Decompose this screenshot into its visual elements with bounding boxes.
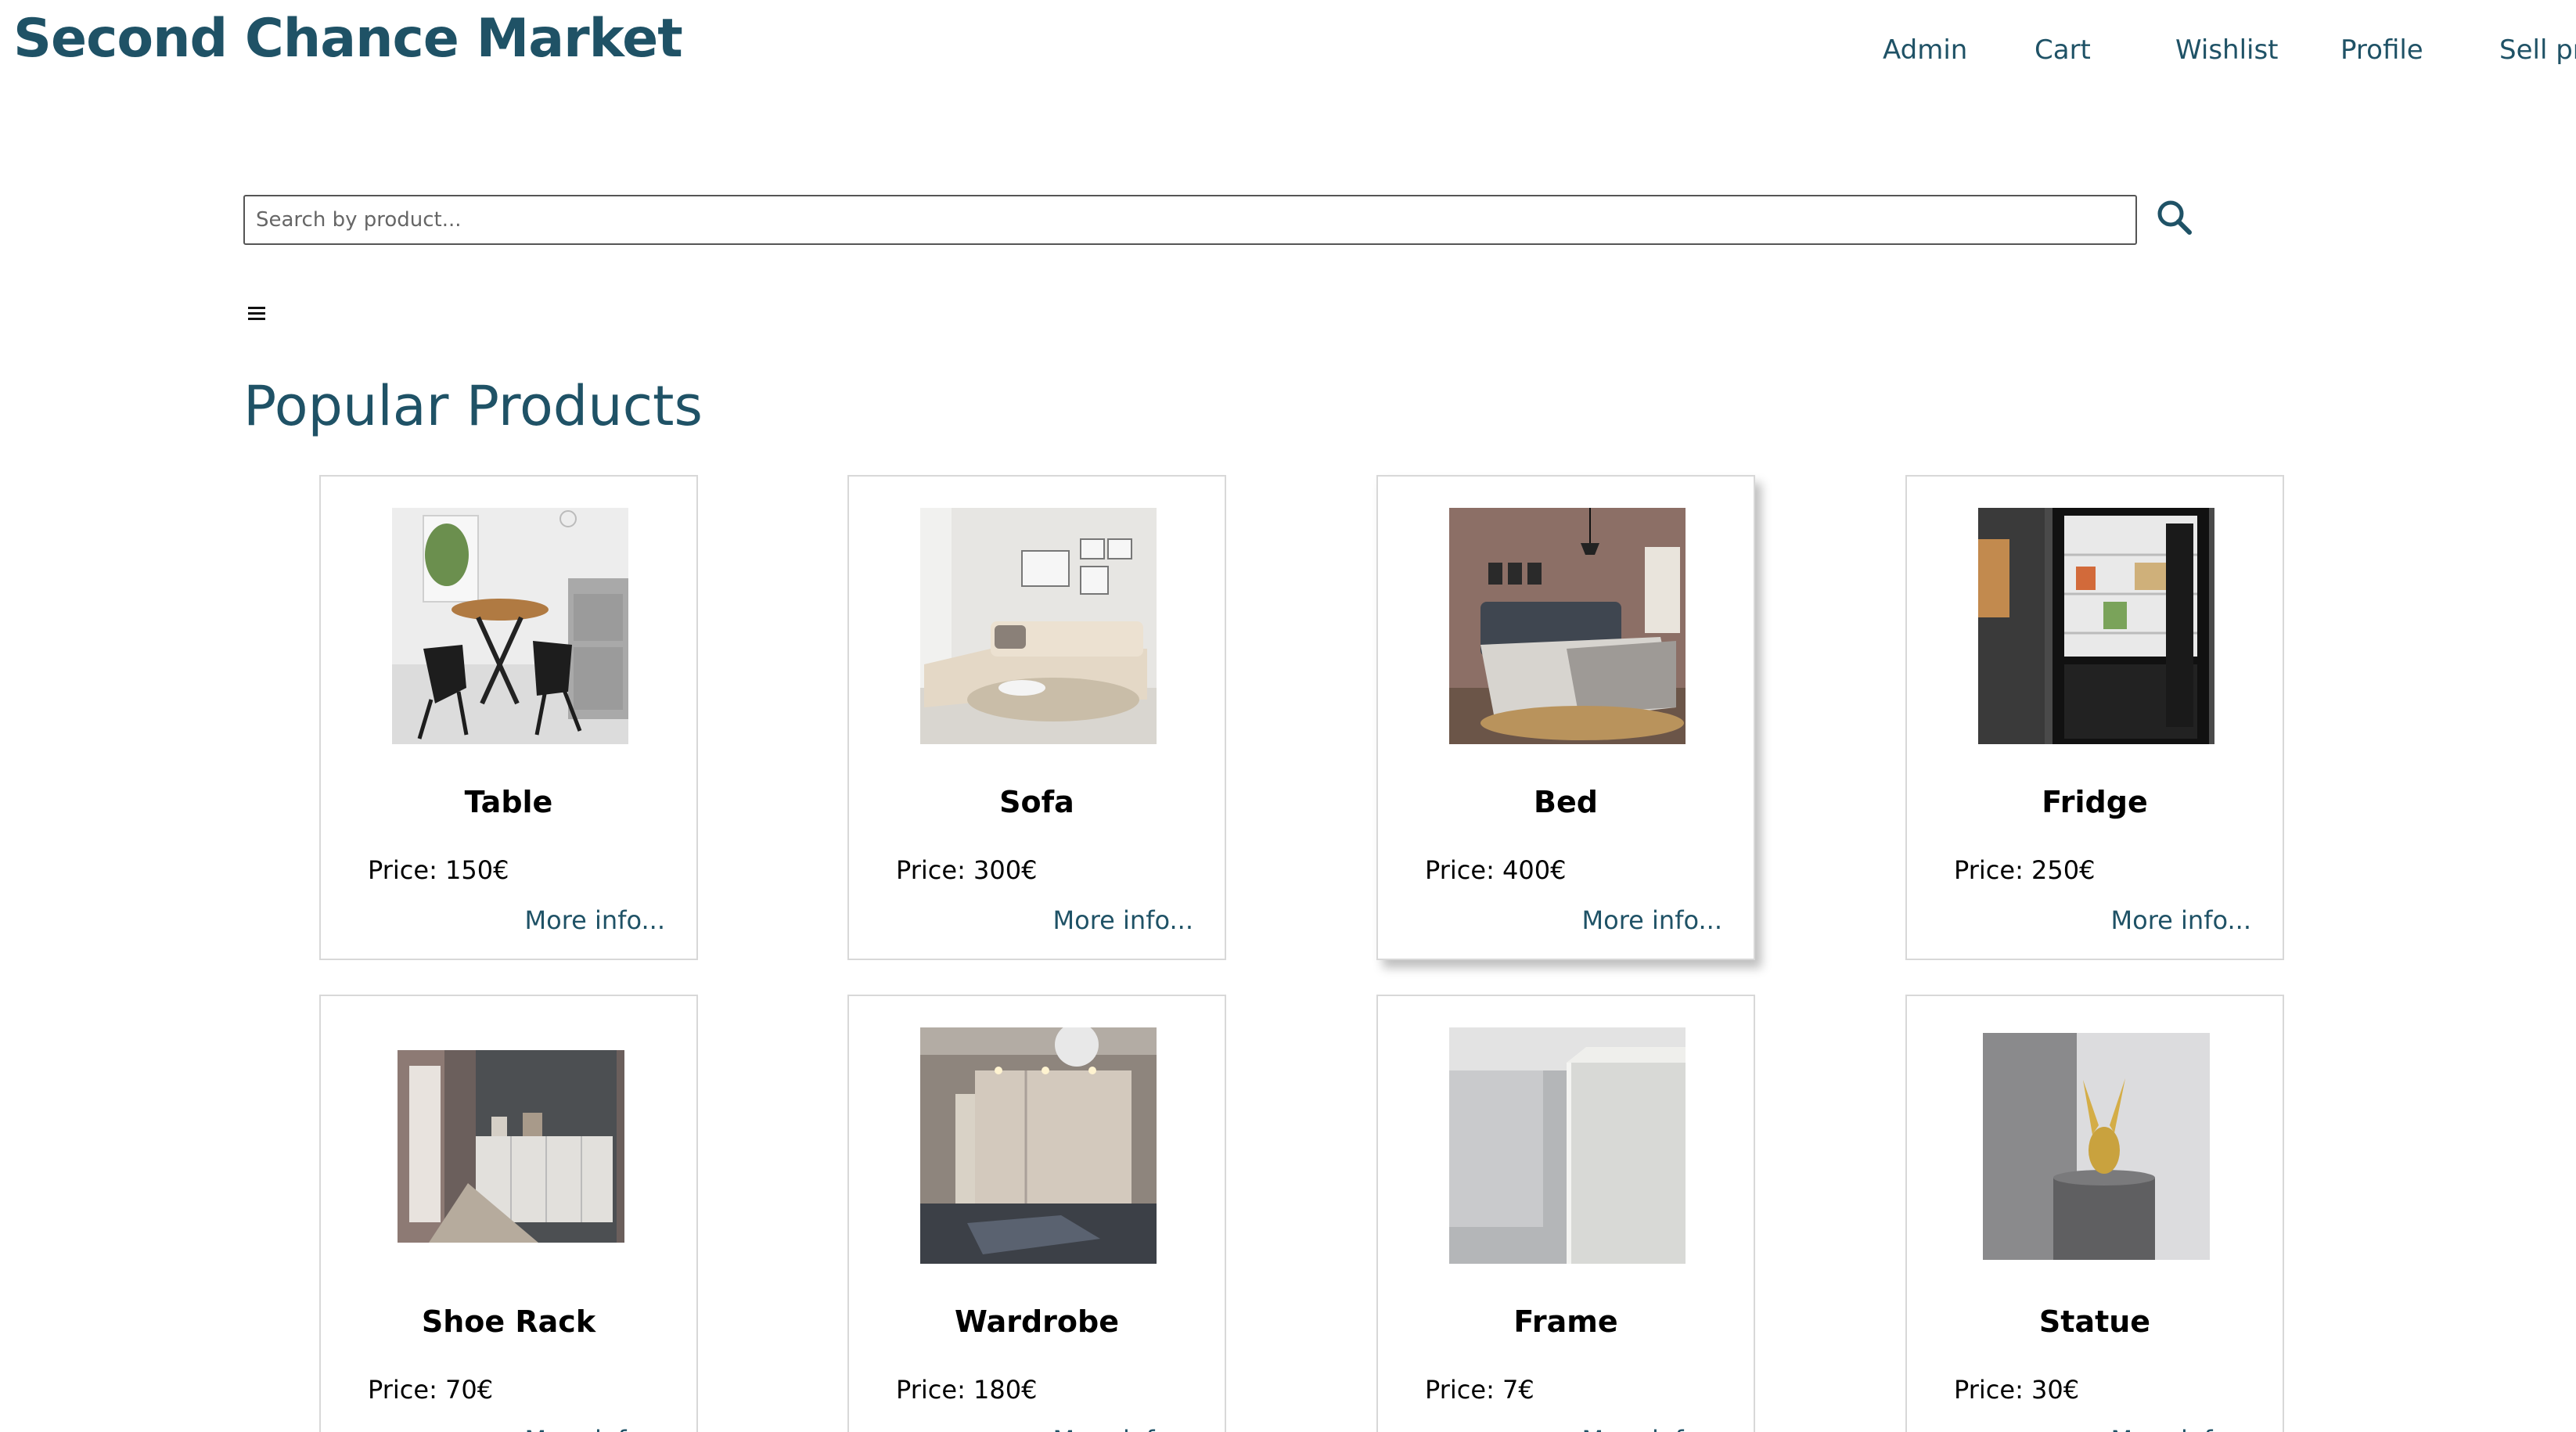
nav-cart[interactable]: Cart [2035, 34, 2091, 66]
product-image-bed[interactable] [1449, 508, 1686, 744]
product-image-fridge[interactable] [1978, 508, 2214, 744]
product-card-wardrobe[interactable]: Wardrobe Price: 180€ More info... [847, 995, 1226, 1432]
more-info-link[interactable]: More info... [525, 905, 665, 935]
more-info-link[interactable]: More info... [2111, 1425, 2251, 1432]
product-price: Price: 30€ [1954, 1375, 2080, 1405]
product-card-frame[interactable]: Frame Price: 7€ More info... [1376, 995, 1755, 1432]
more-info-link[interactable]: More info... [1582, 905, 1722, 935]
product-card-fridge[interactable]: Fridge Price: 250€ More info... [1905, 475, 2284, 960]
product-name: Table [464, 785, 553, 819]
product-image-frame[interactable] [1449, 1027, 1686, 1264]
product-price: Price: 180€ [896, 1375, 1038, 1405]
site-logo[interactable]: Second Chance Market [13, 8, 683, 70]
nav-wishlist[interactable]: Wishlist [2175, 34, 2279, 66]
product-card-bed[interactable]: Bed Price: 400€ More info... [1376, 475, 1755, 960]
hamburger-icon [248, 307, 265, 320]
more-info-link[interactable]: More info... [1582, 1425, 1722, 1432]
product-image-sofa[interactable] [920, 508, 1157, 744]
product-image-shoe-rack[interactable] [398, 1050, 624, 1243]
search-icon [2157, 200, 2192, 235]
more-info-link[interactable]: More info... [2111, 905, 2251, 935]
product-name: Sofa [999, 785, 1074, 819]
product-name: Wardrobe [955, 1304, 1119, 1339]
product-price: Price: 250€ [1954, 855, 2096, 885]
nav-admin[interactable]: Admin [1883, 34, 1967, 66]
product-card-sofa[interactable]: Sofa Price: 300€ More info... [847, 475, 1226, 960]
product-price: Price: 70€ [368, 1375, 494, 1405]
product-image-statue[interactable] [1983, 1033, 2210, 1260]
more-info-link[interactable]: More info... [525, 1425, 665, 1432]
main-nav: Admin Cart Wishlist Profile Sell product [1715, 34, 2576, 74]
product-name: Bed [1534, 785, 1598, 819]
product-name: Fridge [2042, 785, 2148, 819]
product-name: Frame [1513, 1304, 1618, 1339]
product-price: Price: 400€ [1425, 855, 1567, 885]
product-card-table[interactable]: Table Price: 150€ More info... [319, 475, 698, 960]
page: Second Chance Market Admin Cart Wishlist… [0, 0, 2576, 1432]
search-button[interactable] [2153, 196, 2196, 239]
product-price: Price: 300€ [896, 855, 1038, 885]
nav-sell-product[interactable]: Sell product [2499, 34, 2576, 66]
more-info-link[interactable]: More info... [1053, 905, 1193, 935]
product-price: Price: 7€ [1425, 1375, 1534, 1405]
section-title: Popular Products [243, 374, 703, 438]
product-card-shoe-rack[interactable]: Shoe Rack Price: 70€ More info... [319, 995, 698, 1432]
nav-profile[interactable]: Profile [2340, 34, 2423, 66]
product-price: Price: 150€ [368, 855, 509, 885]
product-name: Statue [2038, 1304, 2151, 1339]
product-image-table[interactable] [392, 508, 628, 744]
more-info-link[interactable]: More info... [1053, 1425, 1193, 1432]
search-input[interactable] [243, 195, 2137, 245]
product-name: Shoe Rack [421, 1304, 596, 1339]
product-card-statue[interactable]: Statue Price: 30€ More info... [1905, 995, 2284, 1432]
product-image-wardrobe[interactable] [920, 1027, 1157, 1264]
menu-button[interactable] [245, 297, 270, 329]
